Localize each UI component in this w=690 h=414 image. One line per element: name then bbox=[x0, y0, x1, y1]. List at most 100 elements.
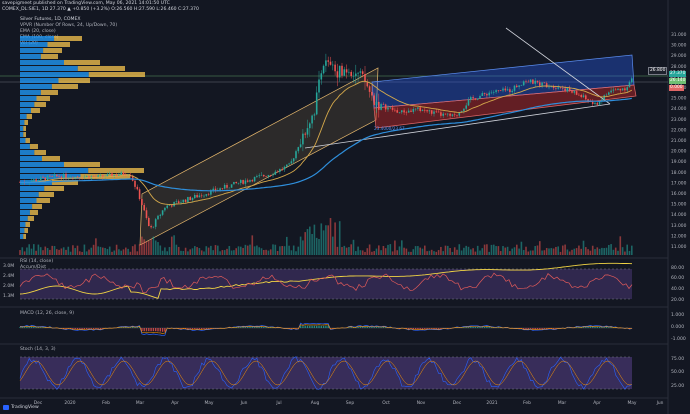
candle-body bbox=[389, 107, 392, 109]
time-axis-label: 2020 bbox=[64, 400, 75, 406]
macd-hist-bar bbox=[309, 325, 311, 328]
volume-bar bbox=[194, 246, 196, 255]
candle-body bbox=[440, 112, 442, 116]
volume-bar bbox=[65, 249, 67, 255]
candle-body bbox=[141, 199, 143, 206]
time-axis-label: Sep bbox=[346, 400, 354, 406]
candle-body bbox=[148, 217, 150, 227]
volume-bar bbox=[125, 247, 127, 255]
rsi-label[interactable]: RSI (14, close) bbox=[20, 259, 53, 265]
volume-bar bbox=[587, 249, 589, 255]
candle-body bbox=[522, 81, 525, 86]
macd-hist-bar bbox=[187, 328, 189, 329]
volume-bar bbox=[269, 249, 272, 255]
volume-bar bbox=[516, 244, 518, 255]
macd-hist-bar bbox=[378, 327, 380, 328]
price-axis-label: 16.000 bbox=[671, 191, 687, 197]
volume-bar bbox=[626, 244, 628, 255]
macd-hist-bar bbox=[610, 327, 612, 328]
macd-hist-bar bbox=[95, 328, 97, 329]
price-axis-label: 21.000 bbox=[671, 138, 687, 144]
volume-bar bbox=[161, 250, 164, 255]
volume-bar bbox=[152, 236, 155, 255]
vpvr-down-bar bbox=[36, 198, 50, 203]
price-axis[interactable]: 31.00030.00029.00028.00027.00026.00025.0… bbox=[671, 32, 687, 250]
ad-axis-2: 2.4M bbox=[3, 274, 15, 279]
candle-body bbox=[168, 205, 171, 206]
vpvr-down-bar bbox=[34, 102, 46, 107]
volume-bar bbox=[154, 240, 157, 255]
macd-hist-bar bbox=[543, 328, 546, 329]
vpvr-up-bar bbox=[20, 84, 52, 89]
macd-hist-bar bbox=[596, 326, 598, 328]
price-tag-b: 26.140 bbox=[669, 78, 687, 84]
macd-hist-bar bbox=[152, 328, 155, 332]
vpvr-down-bar bbox=[36, 96, 50, 101]
candle-body bbox=[534, 80, 536, 84]
tradingview-logo[interactable]: TradingView bbox=[3, 405, 39, 410]
candle-body bbox=[412, 109, 415, 112]
candle-body bbox=[555, 88, 557, 89]
ascending-channel[interactable] bbox=[139, 67, 379, 246]
macd-hist-bar bbox=[419, 328, 421, 329]
candle-body bbox=[341, 65, 343, 76]
candle-body bbox=[309, 123, 311, 129]
volume-bar bbox=[322, 230, 325, 255]
volume-bar bbox=[520, 241, 523, 255]
macd-hist-bar bbox=[488, 327, 490, 328]
candle-body bbox=[463, 108, 465, 112]
price-chart-canvas[interactable]: 31.00030.00029.00028.00027.00026.00025.0… bbox=[0, 0, 690, 414]
volume-bar bbox=[619, 236, 622, 255]
candle-body bbox=[378, 101, 380, 110]
candle-body bbox=[244, 180, 247, 184]
macd-hist-bar bbox=[433, 328, 435, 329]
volume-bar bbox=[85, 251, 88, 255]
volume-bar bbox=[359, 250, 362, 255]
candle-body bbox=[410, 110, 412, 112]
price-axis-label: 15.000 bbox=[671, 202, 687, 208]
candle-body bbox=[154, 219, 157, 227]
macd-hist-bar bbox=[534, 328, 536, 330]
macd-hist-bar bbox=[357, 326, 359, 328]
accum-label[interactable]: Accum/Dist bbox=[20, 265, 46, 271]
volume-bar bbox=[559, 251, 562, 255]
volume-bar bbox=[90, 247, 93, 255]
macd-label[interactable]: MACD (12, 26, close, 9) bbox=[20, 311, 74, 317]
candle-body bbox=[559, 87, 562, 88]
candle-body bbox=[92, 176, 95, 177]
volume-bar bbox=[502, 246, 504, 255]
stoch-label[interactable]: Stoch (14, 3, 3) bbox=[20, 347, 56, 353]
vpvr-down-bar bbox=[24, 120, 28, 125]
time-axis[interactable]: Dec 2020 Feb Mar Apr May Jun Jul Aug Sep Oct Nov Dec… bbox=[34, 400, 664, 406]
candle-body bbox=[249, 180, 251, 182]
volume-bar bbox=[361, 250, 364, 255]
vpvr-up-bar bbox=[20, 144, 30, 149]
volume-bar bbox=[33, 244, 35, 255]
candle-body bbox=[274, 171, 277, 175]
candle-body bbox=[490, 92, 493, 94]
candle-body bbox=[624, 88, 626, 91]
volume-bar bbox=[246, 245, 249, 255]
candle-body bbox=[240, 180, 242, 183]
volume-bar bbox=[414, 246, 417, 255]
volume-bar bbox=[274, 244, 277, 255]
time-axis-label: Nov bbox=[417, 400, 426, 406]
macd-hist-bar bbox=[97, 328, 99, 329]
macd-hist-bar bbox=[382, 327, 385, 328]
price-axis-label: 23.000 bbox=[671, 117, 687, 123]
candle-body bbox=[525, 81, 527, 82]
candle-body bbox=[568, 88, 571, 92]
volume-bar bbox=[387, 244, 389, 255]
candle-body bbox=[456, 115, 458, 116]
volume-bar bbox=[19, 250, 21, 255]
macd-hist-bar bbox=[320, 325, 322, 328]
volume-bar bbox=[51, 245, 53, 255]
candle-body bbox=[260, 174, 263, 176]
volume-bar bbox=[81, 251, 83, 255]
volume-bar bbox=[166, 251, 168, 255]
macd-hist-bar bbox=[258, 327, 260, 328]
macd-hist-bar bbox=[21, 327, 23, 328]
candle-body bbox=[286, 164, 288, 167]
candle-body bbox=[403, 110, 405, 113]
volume-bar bbox=[421, 248, 424, 255]
